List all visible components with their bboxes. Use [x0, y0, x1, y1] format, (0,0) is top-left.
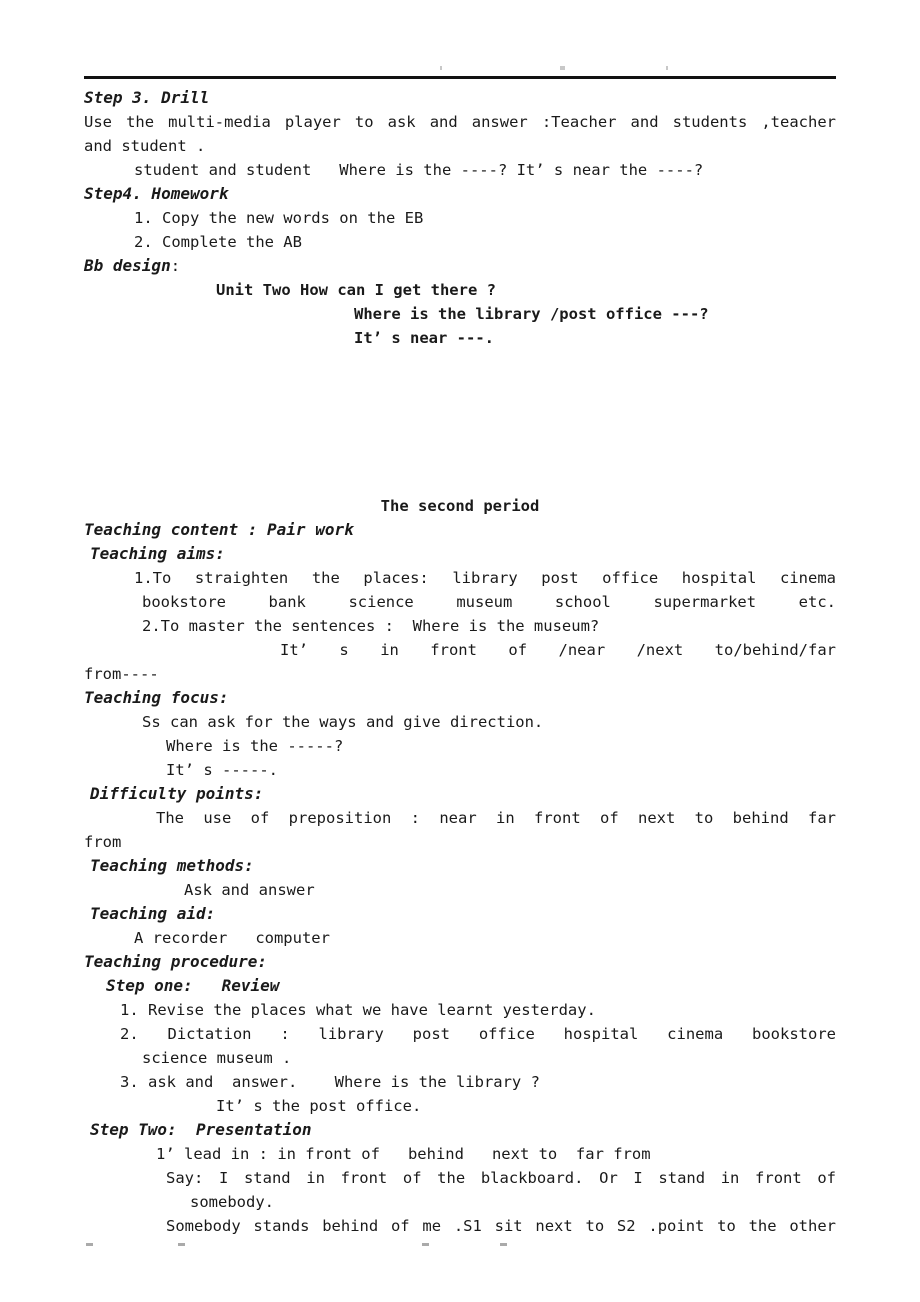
aim-2-line-3: from----: [84, 665, 159, 683]
bb-design-line-1: Unit Two How can I get there ?: [216, 281, 496, 299]
scan-speck: [666, 66, 668, 70]
step-one-item-2-line-2: science museum .: [142, 1049, 292, 1067]
heading-step-3-drill: Step 3. Drill: [84, 88, 210, 107]
scan-speck: [440, 66, 442, 70]
step-one-item-3-line-2: It’ s the post office.: [216, 1097, 422, 1115]
focus-line-1: Ss can ask for the ways and give directi…: [142, 713, 544, 731]
homework-item-2: 2. Complete the AB: [134, 233, 302, 251]
document-page: Step 3. Drill Use the multi-media player…: [0, 0, 920, 1302]
heading-step-4-homework: Step4. Homework: [84, 184, 229, 203]
bb-design-colon: :: [170, 257, 181, 275]
document-body: Step 3. Drill Use the multi-media player…: [84, 86, 836, 1238]
step-two-line-4: Somebody stands behind of me .S1 sit nex…: [166, 1217, 836, 1235]
footer-scan-marks: [84, 1243, 836, 1253]
scan-speck: [500, 1243, 507, 1246]
heading-teaching-focus: Teaching focus:: [84, 688, 229, 707]
step-one-item-1: 1. Revise the places what we have learnt…: [120, 1001, 596, 1019]
step-two-line-3: somebody.: [190, 1193, 274, 1211]
difficulty-line-2: from: [84, 833, 122, 851]
header-horizontal-rule: [84, 76, 836, 79]
heading-difficulty-points: Difficulty points:: [90, 784, 264, 803]
heading-teaching-aid: Teaching aid:: [90, 904, 216, 923]
step-two-line-2: Say: I stand in front of the blackboard.…: [166, 1169, 836, 1187]
heading-teaching-content: Teaching content : Pair work: [84, 520, 354, 539]
focus-line-3: It’ s -----.: [166, 761, 278, 779]
bb-design-line-3: It’ s near ---.: [354, 329, 494, 347]
step3-line-2: and student .: [84, 137, 206, 155]
aim-1-line-2: bookstore bank science museum school sup…: [142, 593, 836, 611]
methods-line-1: Ask and answer: [184, 881, 315, 899]
heading-bb-design: Bb design: [84, 256, 171, 275]
step-one-item-2-line-1: 2. Dictation : library post office hospi…: [120, 1025, 836, 1043]
homework-item-1: 1. Copy the new words on the EB: [134, 209, 424, 227]
scan-speck: [86, 1243, 93, 1246]
scan-speck: [178, 1243, 185, 1246]
step-two-line-1: 1’ lead in : in front of behind next to …: [156, 1145, 651, 1163]
heading-step-one-review: Step one: Review: [106, 976, 280, 995]
scan-speck: [422, 1243, 429, 1246]
step3-line-1: Use the multi-media player to ask and an…: [84, 113, 836, 131]
heading-step-two-presentation: Step Two: Presentation: [90, 1120, 312, 1139]
bb-design-line-2: Where is the library /post office ---?: [354, 305, 709, 323]
second-period-title: The second period: [380, 497, 540, 515]
heading-teaching-procedure: Teaching procedure:: [84, 952, 268, 971]
aim-1-line-1: 1.To straighten the places: library post…: [134, 569, 836, 587]
aid-line-1: A recorder computer: [134, 929, 330, 947]
heading-bb-design-row: Bb design:: [84, 254, 836, 278]
aim-2-line-2: It’ s in front of /near /next to/behind/…: [280, 641, 836, 659]
step-one-item-3-line-1: 3. ask and answer. Where is the library …: [120, 1073, 540, 1091]
focus-line-2: Where is the -----?: [166, 737, 344, 755]
heading-teaching-methods: Teaching methods:: [90, 856, 254, 875]
difficulty-line-1: The use of preposition : near in front o…: [156, 809, 836, 827]
aim-2-line-1: 2.To master the sentences : Where is the…: [142, 617, 600, 635]
scan-speck: [560, 66, 565, 70]
step3-line-3: student and student Where is the ----? I…: [134, 161, 704, 179]
heading-teaching-aims: Teaching aims:: [90, 544, 225, 563]
